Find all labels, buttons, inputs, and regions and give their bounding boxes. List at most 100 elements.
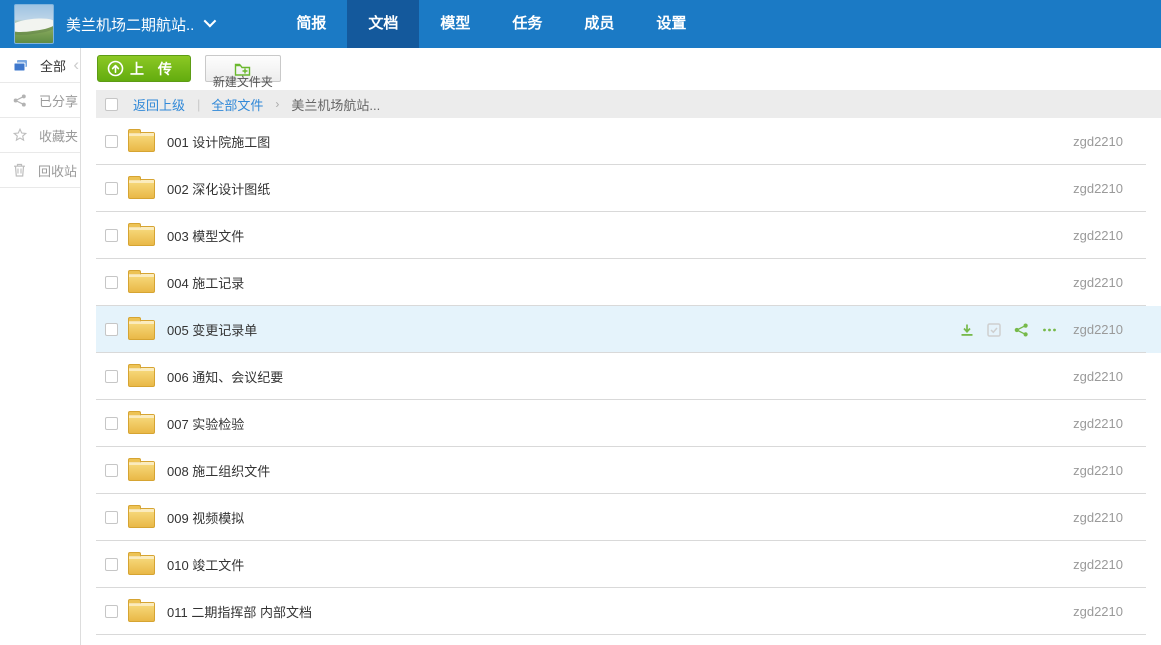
select-all-checkbox[interactable] — [105, 98, 118, 111]
tab-documents[interactable]: 文档 — [347, 0, 419, 48]
row-owner: zgd2210 — [1073, 181, 1123, 196]
stacked-folders-icon — [13, 59, 34, 72]
file-row[interactable]: 004 施工记录 zgd2210 — [96, 259, 1161, 306]
sidebar-item-label: 已分享 — [39, 91, 78, 110]
sidebar-item-favorites[interactable]: 收藏夹 — [0, 118, 80, 153]
row-owner: zgd2210 — [1073, 134, 1123, 149]
file-list: 001 设计院施工图 zgd2210 002 深化设计图纸 zgd2210 00… — [96, 118, 1161, 635]
row-checkbox[interactable] — [105, 605, 118, 618]
file-row[interactable]: 008 施工组织文件 zgd2210 — [96, 447, 1161, 494]
sidebar-item-recycle[interactable]: 回收站 — [0, 153, 80, 188]
row-owner: zgd2210 — [1073, 228, 1123, 243]
row-owner: zgd2210 — [1073, 604, 1123, 619]
breadcrumb-chevron: › — [275, 97, 279, 111]
new-folder-button-label: 新建文件夹 — [206, 73, 280, 90]
row-owner: zgd2210 — [1073, 416, 1123, 431]
row-checkbox[interactable] — [105, 511, 118, 524]
breadcrumb-separator: | — [197, 97, 200, 112]
project-logo — [14, 4, 54, 44]
file-row[interactable]: 011 二期指挥部 内部文档 zgd2210 — [96, 588, 1161, 635]
row-checkbox[interactable] — [105, 135, 118, 148]
row-owner: zgd2210 — [1073, 557, 1123, 572]
sidebar-item-all[interactable]: 全部 — [0, 48, 80, 83]
tab-models[interactable]: 模型 — [419, 0, 491, 48]
folder-icon — [128, 179, 155, 199]
project-switcher[interactable]: 美兰机场二期航站.. — [66, 0, 213, 48]
project-title: 美兰机场二期航站.. — [66, 14, 194, 35]
tab-members[interactable]: 成员 — [563, 0, 635, 48]
row-checkbox[interactable] — [105, 370, 118, 383]
folder-name[interactable]: 009 视频模拟 — [167, 508, 244, 527]
trash-icon — [13, 163, 32, 177]
star-icon — [13, 128, 33, 142]
sidebar-item-shared[interactable]: 已分享 — [0, 83, 80, 118]
tab-tasks[interactable]: 任务 — [491, 0, 563, 48]
folder-icon — [128, 555, 155, 575]
folder-icon — [128, 461, 155, 481]
folder-icon — [128, 508, 155, 528]
file-row[interactable]: 009 视频模拟 zgd2210 — [96, 494, 1161, 541]
folder-name[interactable]: 006 通知、会议纪要 — [167, 367, 283, 386]
nav-tabs: 简报文档模型任务成员设置 — [275, 0, 707, 48]
folder-name[interactable]: 003 模型文件 — [167, 226, 244, 245]
sidebar-item-label: 全部 — [40, 56, 66, 75]
folder-icon — [128, 367, 155, 387]
folder-name[interactable]: 005 变更记录单 — [167, 320, 257, 339]
row-checkbox[interactable] — [105, 558, 118, 571]
row-checkbox[interactable] — [105, 323, 118, 336]
row-owner: zgd2210 — [1073, 510, 1123, 525]
folder-name[interactable]: 004 施工记录 — [167, 273, 244, 292]
folder-name[interactable]: 011 二期指挥部 内部文档 — [167, 602, 312, 621]
row-owner: zgd2210 — [1073, 369, 1123, 384]
folder-icon — [128, 602, 155, 622]
folder-icon — [128, 226, 155, 246]
folder-icon — [128, 132, 155, 152]
share-icon — [13, 94, 33, 107]
folder-icon — [128, 414, 155, 434]
sidebar: ‹ 全部已分享收藏夹回收站 — [0, 48, 81, 645]
chevron-down-icon — [204, 14, 217, 27]
row-owner: zgd2210 — [1073, 275, 1123, 290]
folder-name[interactable]: 008 施工组织文件 — [167, 461, 270, 480]
file-row[interactable]: 005 变更记录单 — [96, 306, 1161, 353]
file-row[interactable]: 003 模型文件 zgd2210 — [96, 212, 1161, 259]
row-checkbox[interactable] — [105, 464, 118, 477]
upload-button-label: 上 传 — [130, 59, 177, 79]
more-icon[interactable] — [1042, 323, 1057, 337]
row-owner: zgd2210 — [1073, 463, 1123, 478]
checklist-icon[interactable] — [987, 323, 1001, 337]
sidebar-item-label: 收藏夹 — [39, 126, 78, 145]
toolbar: 上 传 新建文件夹 — [81, 48, 1161, 90]
upload-button[interactable]: 上 传 — [97, 55, 191, 82]
folder-name[interactable]: 002 深化设计图纸 — [167, 179, 270, 198]
top-navigation-bar: 美兰机场二期航站.. 简报文档模型任务成员设置 — [0, 0, 1161, 48]
sidebar-item-label: 回收站 — [38, 161, 77, 180]
collapse-sidebar-icon[interactable]: ‹ — [73, 56, 79, 73]
new-folder-button[interactable]: 新建文件夹 — [205, 55, 281, 82]
file-row[interactable]: 007 实验检验 zgd2210 — [96, 400, 1161, 447]
download-icon[interactable] — [960, 323, 974, 337]
upload-cloud-icon — [107, 60, 124, 77]
folder-name[interactable]: 010 竣工文件 — [167, 555, 244, 574]
folder-icon — [128, 320, 155, 340]
folder-name[interactable]: 001 设计院施工图 — [167, 132, 270, 151]
file-row[interactable]: 002 深化设计图纸 zgd2210 — [96, 165, 1161, 212]
row-checkbox[interactable] — [105, 417, 118, 430]
share-icon[interactable] — [1014, 323, 1029, 337]
folder-icon — [128, 273, 155, 293]
row-checkbox[interactable] — [105, 276, 118, 289]
row-actions — [947, 323, 1057, 337]
back-to-parent-link[interactable]: 返回上级 — [133, 95, 185, 114]
file-row[interactable]: 010 竣工文件 zgd2210 — [96, 541, 1161, 588]
breadcrumb-current: 美兰机场航站... — [291, 95, 380, 114]
file-row[interactable]: 001 设计院施工图 zgd2210 — [96, 118, 1161, 165]
row-checkbox[interactable] — [105, 229, 118, 242]
folder-name[interactable]: 007 实验检验 — [167, 414, 244, 433]
breadcrumb: 返回上级 | 全部文件 › 美兰机场航站... — [96, 90, 1161, 118]
tab-settings[interactable]: 设置 — [635, 0, 707, 48]
file-row[interactable]: 006 通知、会议纪要 zgd2210 — [96, 353, 1161, 400]
tab-briefing[interactable]: 简报 — [275, 0, 347, 48]
all-files-link[interactable]: 全部文件 — [211, 95, 263, 114]
content-area: 上 传 新建文件夹 返回上级 | 全部文件 › 美兰机场航站... 001 设计… — [81, 48, 1161, 645]
row-checkbox[interactable] — [105, 182, 118, 195]
